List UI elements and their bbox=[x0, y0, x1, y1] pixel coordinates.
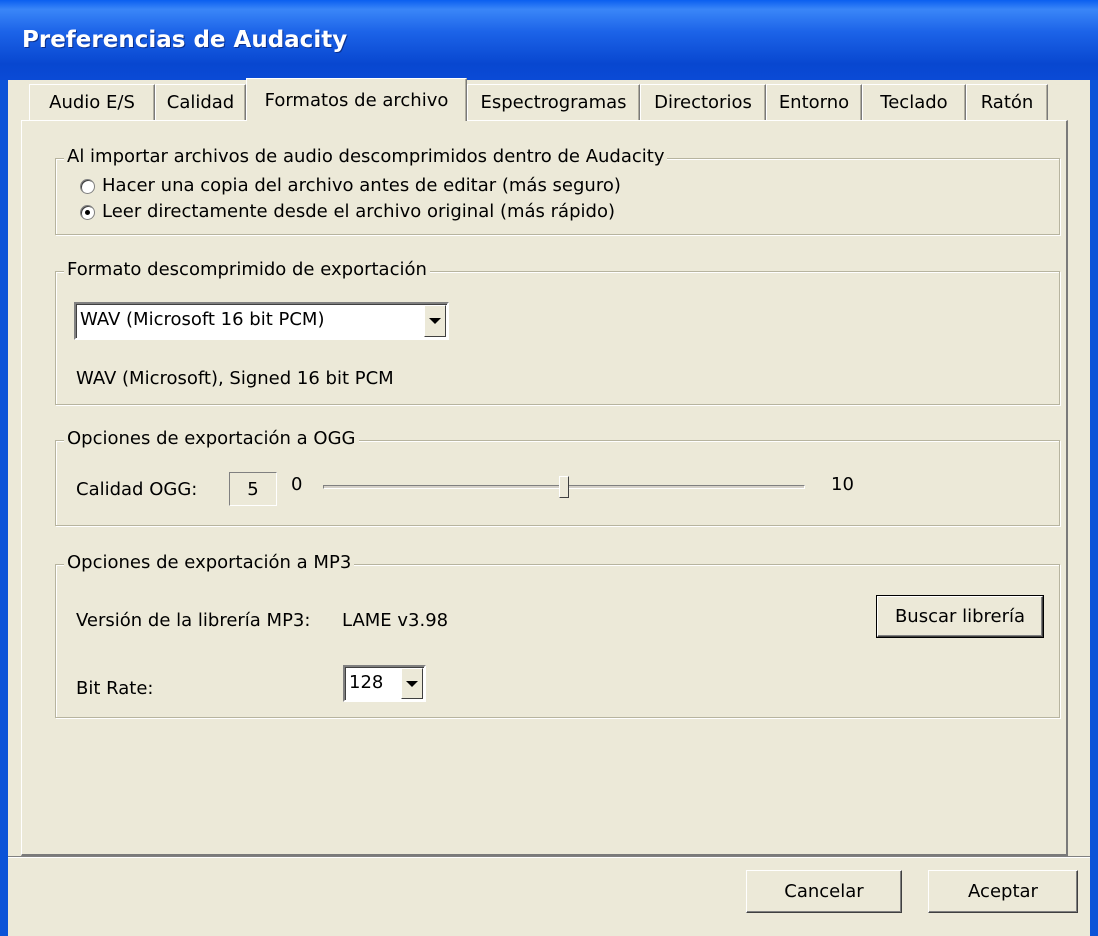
export-format-description: WAV (Microsoft), Signed 16 bit PCM bbox=[76, 368, 394, 389]
export-format-dropdown[interactable]: WAV (Microsoft 16 bit PCM) bbox=[74, 302, 449, 340]
radio-selected-dot bbox=[85, 210, 90, 215]
export-format-legend: Formato descomprimido de exportación bbox=[64, 259, 430, 280]
tab-calidad[interactable]: Calidad bbox=[155, 84, 246, 120]
find-library-button-label: Buscar librería bbox=[894, 606, 1026, 627]
tab-formatos-de-archivo[interactable]: Formatos de archivo bbox=[246, 78, 467, 121]
ok-button-label: Aceptar bbox=[968, 881, 1038, 902]
ogg-group: Opciones de exportación a OGG Calidad OG… bbox=[55, 428, 1060, 526]
window-title: Preferencias de Audacity bbox=[22, 27, 348, 53]
ogg-quality-slider-thumb[interactable] bbox=[559, 476, 569, 498]
ogg-slider-max-label: 10 bbox=[831, 474, 854, 495]
mp3-library-value: LAME v3.98 bbox=[342, 610, 449, 631]
mp3-library-label: Versión de la librería MP3: bbox=[76, 610, 311, 631]
ogg-quality-label: Calidad OGG: bbox=[76, 479, 198, 500]
tab-label: Directorios bbox=[654, 92, 752, 113]
ogg-quality-value: 5 bbox=[247, 478, 259, 500]
import-group: Al importar archivos de audio descomprim… bbox=[55, 146, 1060, 235]
radio-read-direct-label[interactable]: Leer directamente desde el archivo origi… bbox=[102, 201, 615, 222]
radio-read-direct[interactable] bbox=[80, 205, 95, 220]
ogg-group-legend: Opciones de exportación a OGG bbox=[64, 428, 359, 449]
tab-entorno[interactable]: Entorno bbox=[766, 84, 862, 120]
tab-espectrogramas[interactable]: Espectrogramas bbox=[467, 84, 640, 120]
radio-copy-file[interactable] bbox=[80, 179, 95, 194]
tab-label: Espectrogramas bbox=[480, 92, 627, 113]
tab-label: Teclado bbox=[880, 92, 948, 113]
tab-label: Ratón bbox=[980, 92, 1034, 113]
radio-copy-file-label[interactable]: Hacer una copia del archivo antes de edi… bbox=[102, 175, 621, 196]
export-format-group: Formato descomprimido de exportación WAV… bbox=[55, 259, 1060, 405]
bitrate-label: Bit Rate: bbox=[76, 678, 154, 699]
window-frame-right bbox=[1090, 80, 1098, 936]
tab-audio-es[interactable]: Audio E/S bbox=[29, 84, 155, 120]
tab-teclado[interactable]: Teclado bbox=[862, 84, 966, 120]
tab-label: Entorno bbox=[778, 92, 850, 113]
ogg-slider-min-label: 0 bbox=[291, 474, 303, 495]
ogg-quality-value-box: 5 bbox=[229, 472, 277, 506]
bitrate-dropdown-button[interactable] bbox=[401, 668, 423, 699]
mp3-group-legend: Opciones de exportación a MP3 bbox=[64, 552, 355, 573]
cancel-button[interactable]: Cancelar bbox=[746, 870, 902, 913]
find-library-button[interactable]: Buscar librería bbox=[876, 595, 1044, 638]
mp3-group: Opciones de exportación a MP3 Versión de… bbox=[55, 552, 1060, 718]
bitrate-dropdown[interactable]: 128 bbox=[343, 665, 426, 702]
tab-label: Audio E/S bbox=[49, 92, 135, 113]
tab-raton[interactable]: Ratón bbox=[966, 84, 1048, 120]
cancel-button-label: Cancelar bbox=[784, 881, 864, 902]
tab-directorios[interactable]: Directorios bbox=[640, 84, 766, 120]
window-frame-left bbox=[0, 80, 8, 936]
tab-label: Formatos de archivo bbox=[264, 89, 449, 111]
tab-label: Calidad bbox=[166, 92, 235, 113]
export-format-dropdown-button[interactable] bbox=[424, 305, 446, 337]
footer-separator bbox=[8, 856, 1090, 858]
bitrate-value: 128 bbox=[349, 672, 384, 693]
title-bar[interactable]: Preferencias de Audacity bbox=[0, 0, 1098, 80]
export-format-value: WAV (Microsoft 16 bit PCM) bbox=[80, 309, 325, 330]
chevron-down-icon bbox=[406, 680, 418, 687]
ok-button[interactable]: Aceptar bbox=[928, 870, 1078, 913]
import-group-legend: Al importar archivos de audio descomprim… bbox=[64, 146, 668, 167]
chevron-down-icon bbox=[429, 318, 441, 324]
